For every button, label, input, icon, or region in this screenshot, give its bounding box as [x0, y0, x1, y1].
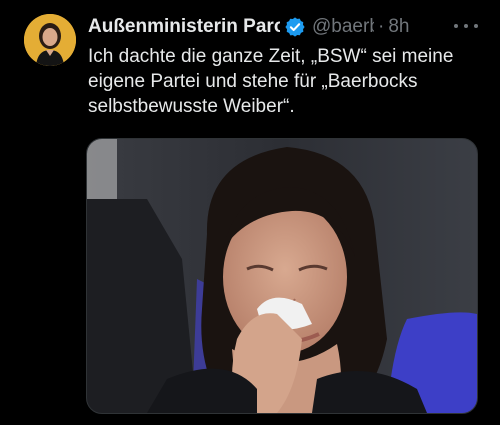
tweet-card[interactable]: Außenministerin Parody @baerbock · 8h Ic…	[0, 0, 500, 425]
tweet-text-line: eigene Partei und stehe für „Baerbocks	[88, 71, 418, 92]
tweet-timestamp[interactable]: 8h	[388, 16, 409, 38]
photo-image	[87, 139, 477, 413]
more-dot	[474, 24, 478, 28]
separator-dot: ·	[378, 16, 385, 37]
verified-badge-icon	[285, 17, 305, 37]
author-handle[interactable]: @baerbock	[312, 16, 374, 38]
more-dot	[454, 24, 458, 28]
tweet-header: Außenministerin Parody @baerbock · 8h	[88, 14, 480, 40]
avatar-image	[24, 14, 76, 66]
tweet-text-line: selbstbewusste Weiber“.	[88, 96, 295, 117]
author-avatar[interactable]	[24, 14, 76, 66]
more-dot	[464, 24, 468, 28]
more-options-icon[interactable]	[454, 14, 478, 38]
tweet-media-photo[interactable]	[86, 138, 478, 414]
tweet-text: Ich dachte die ganze Zeit, „BSW“ sei mei…	[88, 44, 480, 119]
tweet-text-line: Ich dachte die ganze Zeit, „BSW“ sei mei…	[88, 46, 454, 67]
author-display-name[interactable]: Außenministerin Parody	[88, 16, 280, 38]
